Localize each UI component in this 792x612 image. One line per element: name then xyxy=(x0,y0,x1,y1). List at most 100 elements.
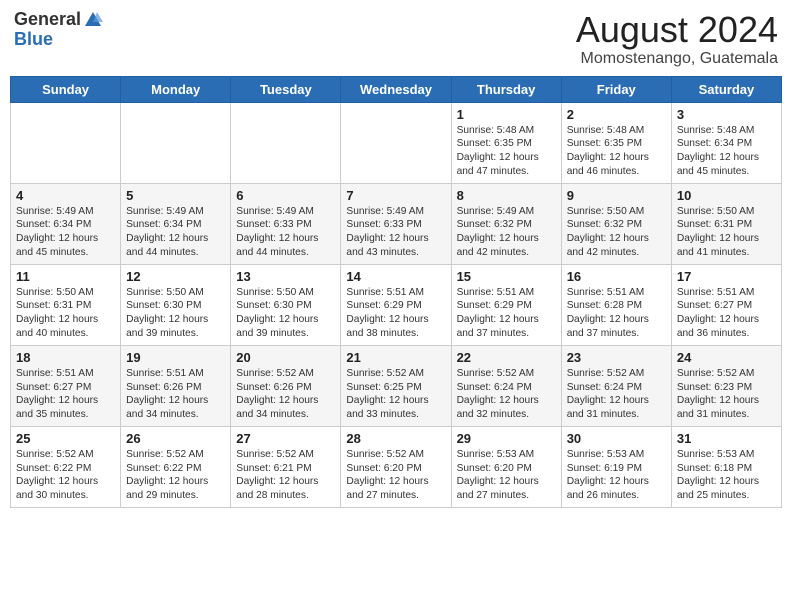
day-cell: 3Sunrise: 5:48 AMSunset: 6:34 PMDaylight… xyxy=(671,102,781,183)
day-info: Sunrise: 5:51 AMSunset: 6:29 PMDaylight:… xyxy=(457,286,556,341)
day-info: Sunrise: 5:53 AMSunset: 6:20 PMDaylight:… xyxy=(457,448,556,503)
week-row-1: 1 Sunrise: 5:48 AMSunset: 6:35 PMDaylight… xyxy=(11,102,782,183)
logo-general-text: General xyxy=(14,10,81,30)
day-cell xyxy=(341,102,451,183)
month-year: August 2024 xyxy=(576,10,778,50)
day-info: Sunrise: 5:49 AMSunset: 6:33 PMDaylight:… xyxy=(346,205,445,260)
day-cell: 8 Sunrise: 5:49 AMSunset: 6:32 PMDaylight… xyxy=(451,183,561,264)
day-number: 8 xyxy=(457,188,556,203)
day-cell: 26Sunrise: 5:52 AMSunset: 6:22 PMDayligh… xyxy=(121,426,231,507)
day-number: 1 xyxy=(457,107,556,122)
day-number: 20 xyxy=(236,350,335,365)
day-info: Sunrise: 5:50 AMSunset: 6:31 PMDaylight:… xyxy=(16,286,115,341)
day-cell: 13 Sunrise: 5:50 AMSunset: 6:30 PMDayligh… xyxy=(231,264,341,345)
day-cell: 30 Sunrise: 5:53 AMSunset: 6:19 PMDayligh… xyxy=(561,426,671,507)
day-number: 31 xyxy=(677,431,776,446)
day-number: 19 xyxy=(126,350,225,365)
weekday-header-thursday: Thursday xyxy=(451,76,561,102)
week-row-4: 18 Sunrise: 5:51 AMSunset: 6:27 PMDayligh… xyxy=(11,345,782,426)
day-cell: 28 Sunrise: 5:52 AMSunset: 6:20 PMDayligh… xyxy=(341,426,451,507)
weekday-header-tuesday: Tuesday xyxy=(231,76,341,102)
day-info: Sunrise: 5:53 AMSunset: 6:18 PMDaylight:… xyxy=(677,448,776,503)
weekday-header-sunday: Sunday xyxy=(11,76,121,102)
weekday-header-row: SundayMondayTuesdayWednesdayThursdayFrid… xyxy=(11,76,782,102)
day-number: 27 xyxy=(236,431,335,446)
week-row-2: 4 Sunrise: 5:49 AMSunset: 6:34 PMDaylight… xyxy=(11,183,782,264)
day-info: Sunrise: 5:52 AMSunset: 6:22 PMDaylight:… xyxy=(16,448,115,503)
weekday-header-wednesday: Wednesday xyxy=(341,76,451,102)
day-info: Sunrise: 5:48 AMSunset: 6:35 PMDaylight:… xyxy=(457,124,556,179)
day-cell: 24 Sunrise: 5:52 AMSunset: 6:23 PMDayligh… xyxy=(671,345,781,426)
day-info: Sunrise: 5:50 AMSunset: 6:30 PMDaylight:… xyxy=(236,286,335,341)
day-info: Sunrise: 5:51 AMSunset: 6:26 PMDaylight:… xyxy=(126,367,225,422)
day-cell: 7 Sunrise: 5:49 AMSunset: 6:33 PMDaylight… xyxy=(341,183,451,264)
week-row-3: 11 Sunrise: 5:50 AMSunset: 6:31 PMDayligh… xyxy=(11,264,782,345)
day-info: Sunrise: 5:50 AMSunset: 6:30 PMDaylight:… xyxy=(126,286,225,341)
day-info: Sunrise: 5:50 AMSunset: 6:31 PMDaylight:… xyxy=(677,205,776,260)
day-number: 3 xyxy=(677,107,776,122)
day-cell: 9Sunrise: 5:50 AMSunset: 6:32 PMDaylight… xyxy=(561,183,671,264)
day-cell: 1 Sunrise: 5:48 AMSunset: 6:35 PMDaylight… xyxy=(451,102,561,183)
day-info: Sunrise: 5:52 AMSunset: 6:24 PMDaylight:… xyxy=(567,367,666,422)
day-cell: 4Sunrise: 5:49 AMSunset: 6:34 PMDaylight… xyxy=(11,183,121,264)
day-cell: 18 Sunrise: 5:51 AMSunset: 6:27 PMDayligh… xyxy=(11,345,121,426)
day-info: Sunrise: 5:52 AMSunset: 6:26 PMDaylight:… xyxy=(236,367,335,422)
day-number: 7 xyxy=(346,188,445,203)
day-cell: 16Sunrise: 5:51 AMSunset: 6:28 PMDayligh… xyxy=(561,264,671,345)
day-cell: 29 Sunrise: 5:53 AMSunset: 6:20 PMDayligh… xyxy=(451,426,561,507)
weekday-header-monday: Monday xyxy=(121,76,231,102)
day-info: Sunrise: 5:48 AMSunset: 6:35 PMDaylight:… xyxy=(567,124,666,179)
day-number: 6 xyxy=(236,188,335,203)
day-info: Sunrise: 5:52 AMSunset: 6:21 PMDaylight:… xyxy=(236,448,335,503)
day-number: 11 xyxy=(16,269,115,284)
day-info: Sunrise: 5:49 AMSunset: 6:32 PMDaylight:… xyxy=(457,205,556,260)
day-number: 24 xyxy=(677,350,776,365)
day-number: 5 xyxy=(126,188,225,203)
day-info: Sunrise: 5:49 AMSunset: 6:33 PMDaylight:… xyxy=(236,205,335,260)
day-number: 18 xyxy=(16,350,115,365)
day-info: Sunrise: 5:53 AMSunset: 6:19 PMDaylight:… xyxy=(567,448,666,503)
logo-blue-text: Blue xyxy=(14,30,103,50)
day-number: 12 xyxy=(126,269,225,284)
day-number: 13 xyxy=(236,269,335,284)
day-cell: 10Sunrise: 5:50 AMSunset: 6:31 PMDayligh… xyxy=(671,183,781,264)
day-info: Sunrise: 5:52 AMSunset: 6:24 PMDaylight:… xyxy=(457,367,556,422)
day-number: 25 xyxy=(16,431,115,446)
day-info: Sunrise: 5:49 AMSunset: 6:34 PMDaylight:… xyxy=(126,205,225,260)
day-info: Sunrise: 5:52 AMSunset: 6:22 PMDaylight:… xyxy=(126,448,225,503)
day-cell xyxy=(11,102,121,183)
day-info: Sunrise: 5:51 AMSunset: 6:27 PMDaylight:… xyxy=(677,286,776,341)
day-info: Sunrise: 5:51 AMSunset: 6:28 PMDaylight:… xyxy=(567,286,666,341)
day-cell: 11 Sunrise: 5:50 AMSunset: 6:31 PMDayligh… xyxy=(11,264,121,345)
day-number: 4 xyxy=(16,188,115,203)
day-cell: 22 Sunrise: 5:52 AMSunset: 6:24 PMDayligh… xyxy=(451,345,561,426)
day-cell: 27 Sunrise: 5:52 AMSunset: 6:21 PMDayligh… xyxy=(231,426,341,507)
day-number: 2 xyxy=(567,107,666,122)
day-cell: 6 Sunrise: 5:49 AMSunset: 6:33 PMDaylight… xyxy=(231,183,341,264)
day-number: 22 xyxy=(457,350,556,365)
day-number: 28 xyxy=(346,431,445,446)
day-cell: 2 Sunrise: 5:48 AMSunset: 6:35 PMDaylight… xyxy=(561,102,671,183)
day-cell: 5 Sunrise: 5:49 AMSunset: 6:34 PMDaylight… xyxy=(121,183,231,264)
day-number: 30 xyxy=(567,431,666,446)
day-number: 15 xyxy=(457,269,556,284)
day-info: Sunrise: 5:51 AMSunset: 6:27 PMDaylight:… xyxy=(16,367,115,422)
day-cell: 12 Sunrise: 5:50 AMSunset: 6:30 PMDayligh… xyxy=(121,264,231,345)
day-number: 29 xyxy=(457,431,556,446)
day-number: 21 xyxy=(346,350,445,365)
page-header: General Blue August 2024 Momostenango, G… xyxy=(10,10,782,68)
weekday-header-friday: Friday xyxy=(561,76,671,102)
logo-icon xyxy=(83,10,103,30)
location: Momostenango, Guatemala xyxy=(576,50,778,68)
day-number: 14 xyxy=(346,269,445,284)
day-cell: 19 Sunrise: 5:51 AMSunset: 6:26 PMDayligh… xyxy=(121,345,231,426)
day-info: Sunrise: 5:52 AMSunset: 6:20 PMDaylight:… xyxy=(346,448,445,503)
title-area: August 2024 Momostenango, Guatemala xyxy=(576,10,778,68)
day-cell: 20 Sunrise: 5:52 AMSunset: 6:26 PMDayligh… xyxy=(231,345,341,426)
day-info: Sunrise: 5:52 AMSunset: 6:23 PMDaylight:… xyxy=(677,367,776,422)
day-cell: 31 Sunrise: 5:53 AMSunset: 6:18 PMDayligh… xyxy=(671,426,781,507)
day-cell: 21Sunrise: 5:52 AMSunset: 6:25 PMDayligh… xyxy=(341,345,451,426)
day-cell: 17Sunrise: 5:51 AMSunset: 6:27 PMDayligh… xyxy=(671,264,781,345)
day-cell xyxy=(121,102,231,183)
day-cell: 25 Sunrise: 5:52 AMSunset: 6:22 PMDayligh… xyxy=(11,426,121,507)
